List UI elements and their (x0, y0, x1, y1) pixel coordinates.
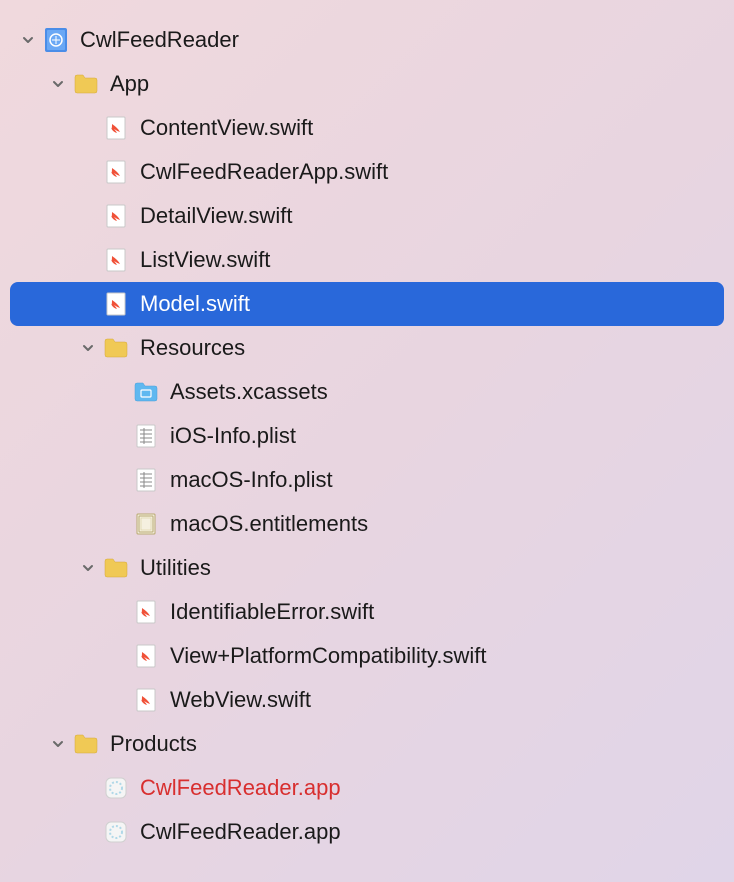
swift-file-icon (132, 642, 160, 670)
file-label: DetailView.swift (140, 203, 292, 229)
chevron-down-icon[interactable] (80, 560, 96, 576)
tree-row-file[interactable]: macOS.entitlements (10, 502, 724, 546)
file-label: ContentView.swift (140, 115, 313, 141)
chevron-down-icon[interactable] (50, 76, 66, 92)
file-label: ListView.swift (140, 247, 270, 273)
tree-row-resources-group[interactable]: Resources (10, 326, 724, 370)
swift-file-icon (102, 290, 130, 318)
file-label: iOS-Info.plist (170, 423, 296, 449)
file-label: IdentifiableError.swift (170, 599, 374, 625)
swift-file-icon (102, 158, 130, 186)
plist-file-icon (132, 466, 160, 494)
tree-row-file[interactable]: WebView.swift (10, 678, 724, 722)
entitlements-file-icon (132, 510, 160, 538)
xcode-project-icon (42, 26, 70, 54)
folder-icon (72, 70, 100, 98)
chevron-down-icon[interactable] (50, 736, 66, 752)
tree-row-product-missing[interactable]: CwlFeedReader.app (10, 766, 724, 810)
file-label: CwlFeedReaderApp.swift (140, 159, 388, 185)
tree-row-file[interactable]: IdentifiableError.swift (10, 590, 724, 634)
swift-file-icon (102, 246, 130, 274)
file-label: Assets.xcassets (170, 379, 328, 405)
folder-icon (102, 334, 130, 362)
tree-row-utilities-group[interactable]: Utilities (10, 546, 724, 590)
tree-row-file[interactable]: ContentView.swift (10, 106, 724, 150)
file-label: WebView.swift (170, 687, 311, 713)
tree-row-file-selected[interactable]: Model.swift (10, 282, 724, 326)
tree-row-file[interactable]: DetailView.swift (10, 194, 724, 238)
tree-row-product[interactable]: CwlFeedReader.app (10, 810, 724, 854)
app-product-icon (102, 818, 130, 846)
tree-row-app-group[interactable]: App (10, 62, 724, 106)
group-label: Products (110, 731, 197, 757)
tree-row-project[interactable]: CwlFeedReader (10, 18, 724, 62)
file-label: macOS-Info.plist (170, 467, 333, 493)
tree-row-file[interactable]: iOS-Info.plist (10, 414, 724, 458)
app-product-icon (102, 774, 130, 802)
tree-row-file[interactable]: CwlFeedReaderApp.swift (10, 150, 724, 194)
chevron-down-icon[interactable] (20, 32, 36, 48)
group-label: App (110, 71, 149, 97)
folder-icon (102, 554, 130, 582)
swift-file-icon (102, 114, 130, 142)
file-label: CwlFeedReader.app (140, 775, 341, 801)
swift-file-icon (132, 598, 160, 626)
file-label: View+PlatformCompatibility.swift (170, 643, 486, 669)
swift-file-icon (102, 202, 130, 230)
file-label: macOS.entitlements (170, 511, 368, 537)
chevron-down-icon[interactable] (80, 340, 96, 356)
tree-row-file[interactable]: ListView.swift (10, 238, 724, 282)
swift-file-icon (132, 686, 160, 714)
file-label: CwlFeedReader.app (140, 819, 341, 845)
plist-file-icon (132, 422, 160, 450)
group-label: Utilities (140, 555, 211, 581)
folder-icon (72, 730, 100, 758)
tree-row-file[interactable]: Assets.xcassets (10, 370, 724, 414)
file-label: Model.swift (140, 291, 250, 317)
tree-row-file[interactable]: macOS-Info.plist (10, 458, 724, 502)
project-label: CwlFeedReader (80, 27, 239, 53)
tree-row-products-group[interactable]: Products (10, 722, 724, 766)
group-label: Resources (140, 335, 245, 361)
tree-row-file[interactable]: View+PlatformCompatibility.swift (10, 634, 724, 678)
assets-folder-icon (132, 378, 160, 406)
